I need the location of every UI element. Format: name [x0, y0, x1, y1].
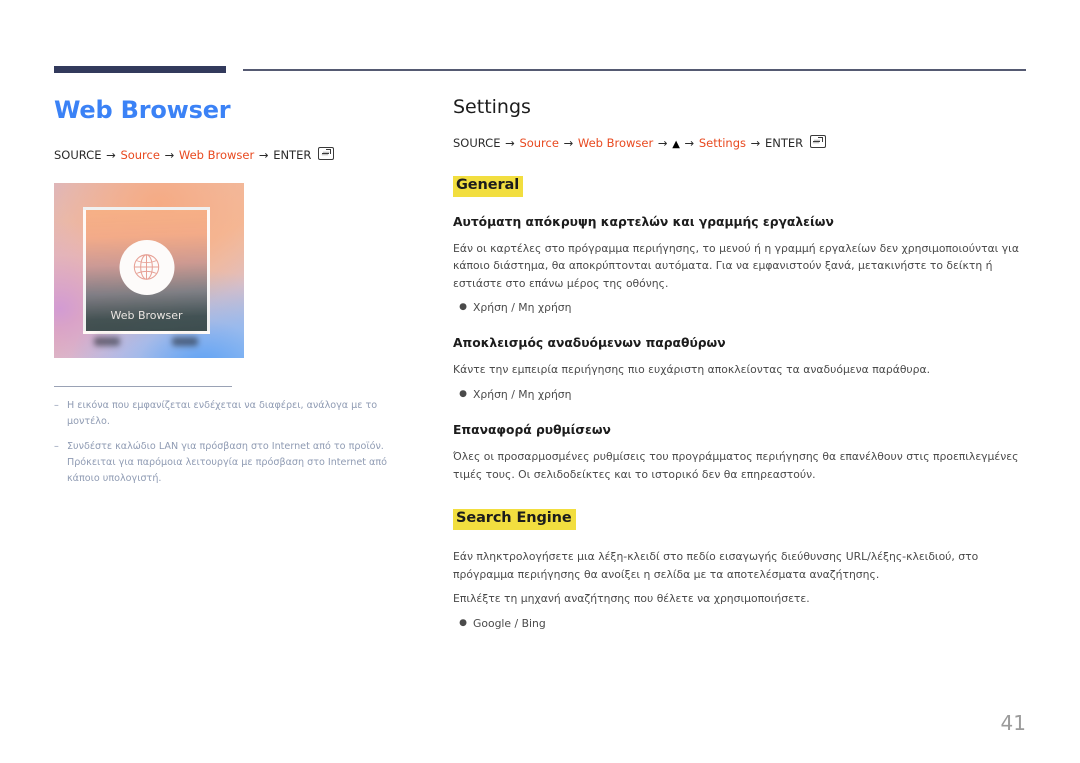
setting-block-popup-block: Αποκλεισμός αναδυόμενων παραθύρων Κάντε …	[453, 336, 1028, 403]
setting-block-reset: Επαναφορά ρυθμίσεων Όλες οι προσαρμοσμέν…	[453, 423, 1028, 483]
web-browser-thumbnail: Web Browser	[54, 182, 244, 358]
section-heading-search-engine: Search Engine	[453, 509, 576, 531]
section-heading-general: General	[453, 175, 524, 197]
breadcrumb-step-web-browser: Web Browser	[178, 147, 255, 162]
breadcrumb-arrow-icon: →	[164, 147, 175, 162]
thumbnail-inner-panel: Web Browser	[83, 206, 210, 334]
setting-block-auto-hide: Αυτόματη απόκρυψη καρτελών και γραμμής ε…	[453, 215, 1028, 317]
left-column: Web Browser SOURCE → Source → Web Browse…	[54, 96, 414, 496]
breadcrumb-settings-path: SOURCE → Source → Web Browser → ▲ → Sett…	[453, 134, 1028, 152]
setting-description: Εάν πληκτρολογήσετε μια λέξη-κλειδί στο …	[453, 550, 979, 581]
breadcrumb-arrow-icon: →	[563, 135, 574, 150]
setting-description: Κάντε την εμπειρία περιήγησης πιο ευχάρι…	[453, 363, 931, 377]
setting-description: Όλες οι προσαρμοσμένες ρυθμίσεις του προ…	[453, 450, 1019, 481]
footnote-dash-icon: –	[54, 400, 59, 412]
setting-block-search-engine: Εάν πληκτρολογήσετε μια λέξη-κλειδί στο …	[453, 548, 1028, 632]
setting-subheading: Αποκλεισμός αναδυόμενων παραθύρων	[453, 336, 726, 351]
enter-key-icon	[318, 146, 334, 160]
list-item: ● Χρήση / Μη χρήση	[453, 299, 1028, 316]
breadcrumb-enter-label: ENTER	[764, 135, 804, 150]
setting-options-list: ● Χρήση / Μη χρήση	[453, 386, 1028, 403]
list-item: ● Χρήση / Μη χρήση	[453, 386, 1028, 403]
option-label: Google / Bing	[473, 616, 546, 630]
setting-description: Επιλέξτε τη μηχανή αναζήτησης που θέλετε…	[453, 592, 810, 606]
footnote-text: Συνδέστε καλώδιο LAN για πρόσβαση στο In…	[67, 441, 387, 484]
setting-subheading: Αυτόματη απόκρυψη καρτελών και γραμμής ε…	[453, 214, 834, 229]
thumbnail-shadow-right	[172, 336, 198, 346]
footnote-item: – Η εικόνα που εμφανίζεται ενδέχεται να …	[54, 398, 414, 430]
footnote-dash-icon: –	[54, 441, 59, 453]
globe-icon	[133, 254, 160, 281]
right-column: Settings SOURCE → Source → Web Browser →…	[453, 96, 1028, 634]
breadcrumb-start: SOURCE	[54, 147, 102, 162]
thumbnail-label: Web Browser	[110, 308, 183, 322]
page-number: 41	[1000, 711, 1026, 735]
bullet-dot-icon: ●	[459, 302, 467, 313]
list-item: ● Google / Bing	[453, 615, 1028, 632]
breadcrumb-source-path: SOURCE → Source → Web Browser → ENTER	[54, 146, 414, 163]
breadcrumb-arrow-icon: →	[106, 147, 116, 162]
breadcrumb-arrow-icon: →	[505, 135, 515, 150]
enter-key-icon	[809, 134, 826, 148]
setting-options-list: ● Google / Bing	[453, 615, 1028, 632]
page-title: Web Browser	[54, 96, 231, 124]
option-label: Χρήση / Μη χρήση	[473, 301, 572, 315]
up-triangle-icon: ▲	[672, 138, 680, 150]
setting-subheading: Επαναφορά ρυθμίσεων	[453, 423, 611, 438]
bullet-dot-icon: ●	[459, 388, 467, 399]
globe-icon-circle	[119, 239, 174, 295]
breadcrumb-arrow-icon: →	[684, 135, 695, 150]
header-rule-line	[243, 69, 1026, 71]
breadcrumb-start: SOURCE	[453, 135, 501, 150]
footnote-text: Η εικόνα που εμφανίζεται ενδέχεται να δι…	[67, 400, 378, 428]
breadcrumb-arrow-icon: →	[258, 147, 269, 162]
section-heading-general-wrap: General	[453, 174, 1028, 197]
breadcrumb-step-settings: Settings	[698, 135, 747, 150]
setting-description: Εάν οι καρτέλες στο πρόγραμμα περιήγησης…	[453, 241, 1019, 290]
breadcrumb-enter-label: ENTER	[273, 147, 312, 162]
thumbnail-shadow-left	[94, 336, 120, 346]
section-heading-search-engine-wrap: Search Engine	[453, 507, 1028, 531]
option-label: Χρήση / Μη χρήση	[473, 387, 572, 401]
breadcrumb-step-source: Source	[519, 135, 559, 150]
footnote-separator	[54, 385, 232, 388]
footnote-list: – Η εικόνα που εμφανίζεται ενδέχεται να …	[54, 398, 414, 486]
breadcrumb-step-source: Source	[120, 147, 160, 162]
header-rule-bar	[54, 66, 226, 73]
settings-title: Settings	[453, 96, 531, 118]
breadcrumb-arrow-icon: →	[657, 135, 668, 150]
breadcrumb-step-web-browser: Web Browser	[577, 135, 654, 150]
bullet-dot-icon: ●	[459, 617, 467, 628]
footnote-item: – Συνδέστε καλώδιο LAN για πρόσβαση στο …	[54, 439, 414, 486]
breadcrumb-arrow-icon: →	[750, 135, 761, 150]
setting-options-list: ● Χρήση / Μη χρήση	[453, 299, 1028, 316]
